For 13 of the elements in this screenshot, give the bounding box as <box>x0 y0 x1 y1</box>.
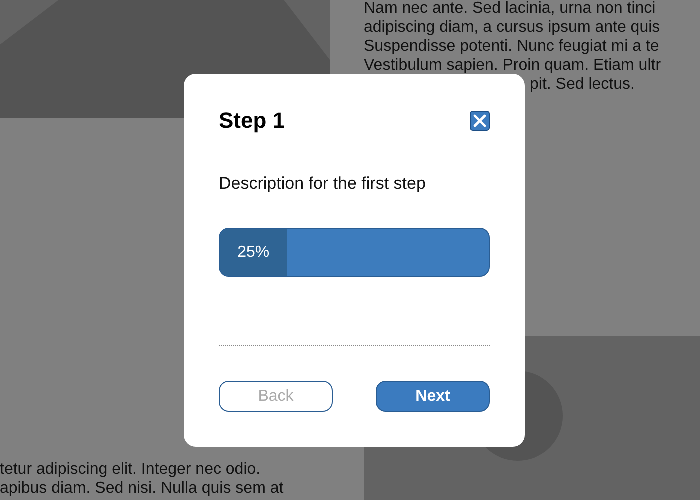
progress-label: 25% <box>238 244 270 262</box>
dialog-title: Step 1 <box>219 108 286 134</box>
body-text-line: Suspendisse potenti. Nunc feugiat mi a te <box>364 37 660 56</box>
close-button[interactable] <box>470 111 490 131</box>
body-text-line: tetur adipiscing elit. Integer nec odio. <box>0 460 262 479</box>
next-button[interactable]: Next <box>376 381 490 412</box>
body-text-line: Vestibulum sapien. Proin quam. Etiam ultr <box>364 56 662 75</box>
body-text-line: adipiscing diam, a cursus ipsum ante quis <box>364 18 662 37</box>
dialog-description: Description for the first step <box>219 174 427 194</box>
body-text-line: Nam nec ante. Sed lacinia, urna non tinci <box>364 0 657 18</box>
body-text-line: apibus diam. Sed nisi. Nulla quis sem at <box>0 479 285 498</box>
body-text-line: pit. Sed lectus. <box>529 75 636 94</box>
close-icon <box>473 114 487 128</box>
